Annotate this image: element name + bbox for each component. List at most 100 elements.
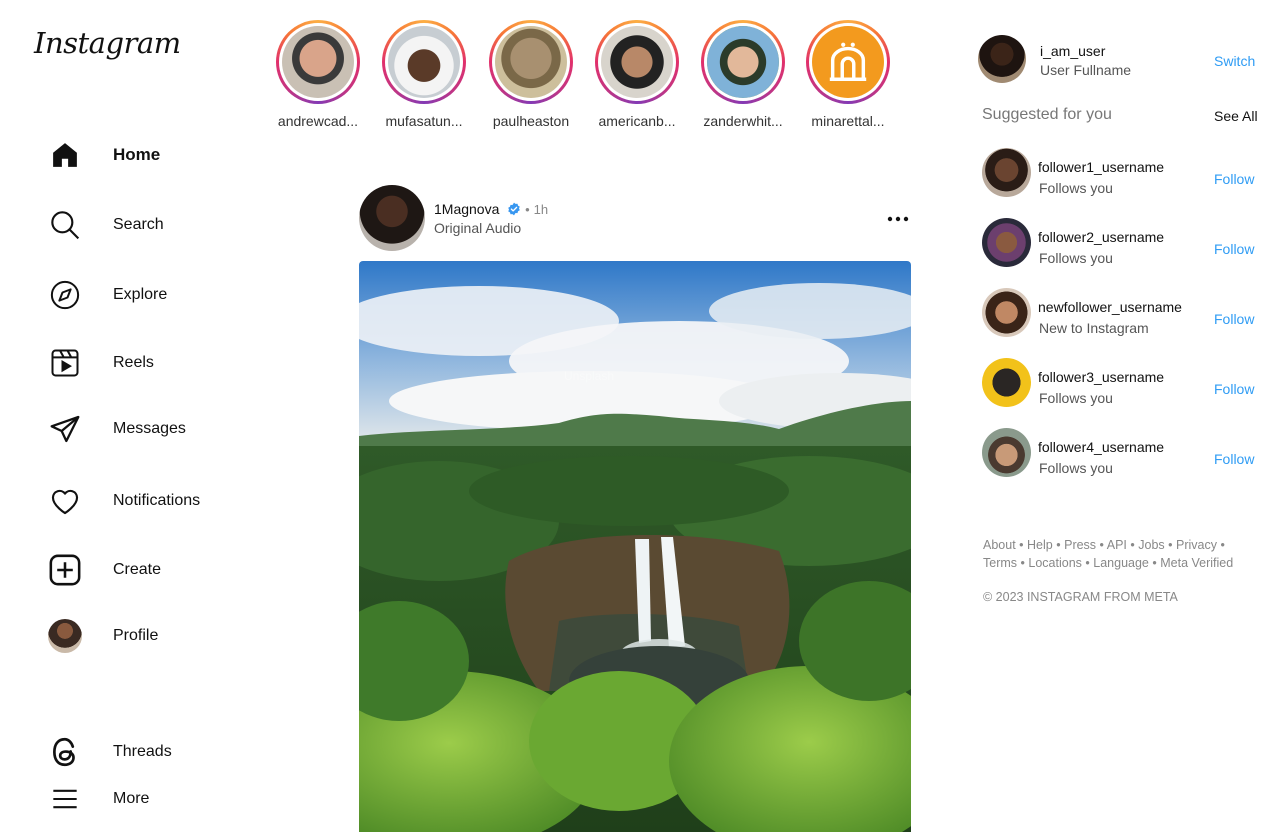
minaret-logo-icon: [829, 42, 867, 81]
suggestion-subtitle: Follows you: [1039, 180, 1113, 196]
suggestion-subtitle: New to Instagram: [1039, 320, 1149, 336]
suggestion-username[interactable]: follower2_username: [1038, 229, 1164, 245]
suggestion-username[interactable]: follower1_username: [1038, 159, 1164, 175]
nav-more[interactable]: More: [46, 777, 266, 821]
send-icon: [46, 410, 84, 448]
nav-label-create: Create: [113, 561, 162, 578]
nav-threads[interactable]: Threads: [46, 730, 266, 774]
nav-reels[interactable]: Reels: [46, 341, 266, 385]
footer-link-language[interactable]: Language: [1093, 556, 1149, 570]
menu-icon: [46, 780, 84, 818]
heart-icon: [46, 482, 84, 520]
see-all-button[interactable]: See All: [1214, 108, 1258, 124]
footer-links: About • Help • Press • API • Jobs • Priv…: [983, 536, 1263, 572]
story-username: mufasatun...: [385, 113, 463, 129]
suggestion-subtitle: Follows you: [1039, 460, 1113, 476]
suggestion-item: newfollower_username New to Instagram Fo…: [982, 288, 1262, 338]
suggestion-avatar[interactable]: [982, 218, 1031, 267]
footer-link-privacy[interactable]: Privacy: [1176, 538, 1217, 552]
instagram-logo[interactable]: Instagram: [34, 26, 181, 60]
suggestion-avatar[interactable]: [982, 288, 1031, 337]
switch-account-button[interactable]: Switch: [1214, 53, 1255, 69]
follow-button[interactable]: Follow: [1214, 451, 1254, 467]
nav-messages[interactable]: Messages: [46, 407, 266, 451]
suggestion-username[interactable]: follower4_username: [1038, 439, 1164, 455]
image-watermark: Unsplash: [564, 369, 615, 383]
story-username: zanderwhit...: [703, 113, 783, 129]
follow-button[interactable]: Follow: [1214, 311, 1254, 327]
story-item[interactable]: andrewcad...: [273, 20, 363, 129]
suggestion-item: follower2_username Follows you Follow: [982, 218, 1262, 268]
follow-button[interactable]: Follow: [1214, 381, 1254, 397]
post-separator: •: [525, 202, 530, 217]
story-avatar: [601, 26, 673, 98]
nav-label-notifications: Notifications: [113, 492, 201, 509]
nav-label-explore: Explore: [113, 286, 168, 303]
footer-link-locations[interactable]: Locations: [1028, 556, 1082, 570]
suggestion-avatar[interactable]: [982, 358, 1031, 407]
story-item[interactable]: zanderwhit...: [698, 20, 788, 129]
suggestion-item: follower4_username Follows you Follow: [982, 428, 1262, 478]
story-item[interactable]: mufasatun...: [379, 20, 469, 129]
story-avatar: [812, 26, 884, 98]
story-avatar: [388, 26, 460, 98]
story-username: minarettal...: [811, 113, 885, 129]
suggestion-avatar[interactable]: [982, 428, 1031, 477]
post-header: 1Magnova • 1h: [434, 201, 548, 219]
footer-links-row: About • Help • Press • API • Jobs • Priv…: [983, 538, 1225, 552]
search-icon: [46, 206, 84, 244]
footer-link-terms[interactable]: Terms: [983, 556, 1017, 570]
nav-label-home: Home: [113, 145, 161, 164]
footer-link-api[interactable]: API: [1107, 538, 1127, 552]
footer-link-jobs[interactable]: Jobs: [1138, 538, 1164, 552]
story-username: paulheaston: [492, 113, 570, 129]
story-item[interactable]: paulheaston: [486, 20, 576, 129]
story-item[interactable]: americanb...: [592, 20, 682, 129]
nav-profile[interactable]: Profile: [46, 614, 266, 658]
post-username[interactable]: 1Magnova: [434, 201, 499, 217]
nav-label-threads: Threads: [113, 743, 172, 760]
post-time: 1h: [533, 202, 549, 217]
story-username: andrewcad...: [277, 113, 359, 129]
footer-link-about[interactable]: About: [983, 538, 1016, 552]
compass-icon: [46, 276, 84, 314]
suggestion-username[interactable]: follower3_username: [1038, 369, 1164, 385]
suggestion-subtitle: Follows you: [1039, 250, 1113, 266]
suggested-title: Suggested for you: [982, 106, 1112, 123]
story-avatar: [707, 26, 779, 98]
follow-button[interactable]: Follow: [1214, 171, 1254, 187]
current-username[interactable]: i_am_user: [1040, 43, 1105, 59]
suggestion-item: follower3_username Follows you Follow: [982, 358, 1262, 408]
story-avatar: [495, 26, 567, 98]
story-item[interactable]: minarettal...: [803, 20, 893, 129]
suggestion-subtitle: Follows you: [1039, 390, 1113, 406]
reels-icon: [46, 344, 84, 382]
post-image[interactable]: Unsplash: [359, 261, 911, 832]
nav-label-search: Search: [113, 216, 164, 233]
plus-square-icon: [46, 551, 84, 589]
nav-explore[interactable]: Explore: [46, 273, 266, 317]
footer-link-press[interactable]: Press: [1064, 538, 1096, 552]
post-author-avatar[interactable]: [359, 185, 425, 251]
footer-links-row: Terms • Locations • Language • Meta Veri…: [983, 556, 1234, 570]
nav-label-reels: Reels: [113, 354, 154, 371]
more-options-icon[interactable]: [884, 208, 912, 230]
follow-button[interactable]: Follow: [1214, 241, 1254, 257]
home-icon: [46, 136, 84, 174]
suggestion-username[interactable]: newfollower_username: [1038, 299, 1182, 315]
nav-search[interactable]: Search: [46, 203, 266, 247]
post-audio[interactable]: Original Audio: [434, 220, 521, 236]
footer-link-meta-verified[interactable]: Meta Verified: [1160, 556, 1233, 570]
nav-home[interactable]: Home: [46, 133, 266, 177]
verified-badge-icon: [507, 202, 521, 219]
current-user-avatar[interactable]: [978, 35, 1026, 83]
suggestion-avatar[interactable]: [982, 148, 1031, 197]
nav-notifications[interactable]: Notifications: [46, 479, 266, 523]
threads-icon: [46, 733, 84, 771]
story-username: americanb...: [598, 113, 676, 129]
nav-create[interactable]: Create: [46, 548, 266, 592]
current-user-fullname: User Fullname: [1040, 62, 1132, 78]
suggestion-item: follower1_username Follows you Follow: [982, 148, 1262, 198]
nav-label-more: More: [113, 790, 150, 807]
footer-link-help[interactable]: Help: [1027, 538, 1053, 552]
